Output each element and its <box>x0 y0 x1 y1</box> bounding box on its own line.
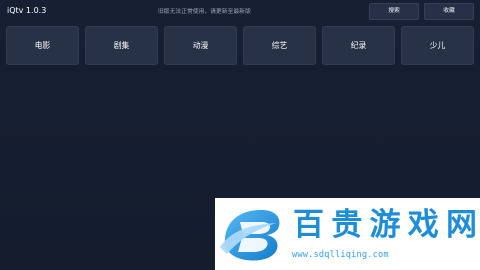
category-movies[interactable]: 电影 <box>6 26 79 65</box>
category-anime[interactable]: 动漫 <box>164 26 237 65</box>
watermark-char: 百 <box>293 207 324 243</box>
top-bar: iQtv 1.0.3 旧版无法正常使用，请更新至最新版 搜索 收藏 <box>0 0 480 26</box>
category-series[interactable]: 剧集 <box>85 26 158 65</box>
search-button[interactable]: 搜索 <box>369 3 419 20</box>
category-documentary[interactable]: 纪录 <box>322 26 395 65</box>
category-row: 电影 剧集 动漫 综艺 纪录 少儿 <box>6 26 474 66</box>
watermark-char: 贵 <box>331 207 363 243</box>
category-kids[interactable]: 少儿 <box>401 26 474 65</box>
favorites-button[interactable]: 收藏 <box>424 3 474 20</box>
watermark-char: 网 <box>446 207 477 243</box>
site-logo-icon <box>218 202 284 264</box>
watermark-char: 游 <box>369 207 401 243</box>
app-title: iQtv 1.0.3 <box>7 6 47 15</box>
watermark-char: 戏 <box>407 207 439 243</box>
watermark-url: www.sdqlliqing.com <box>292 250 389 260</box>
category-variety[interactable]: 综艺 <box>243 26 316 65</box>
tv-app-screen: iQtv 1.0.3 旧版无法正常使用，请更新至最新版 搜索 收藏 电影 剧集 … <box>0 0 480 270</box>
site-watermark: 百 贵 游 戏 网 www.sdqlliqing.com <box>215 198 480 270</box>
watermark-site-name: 百 贵 游 戏 网 <box>290 206 480 244</box>
update-notice: 旧版无法正常使用，请更新至最新版 <box>158 9 251 15</box>
